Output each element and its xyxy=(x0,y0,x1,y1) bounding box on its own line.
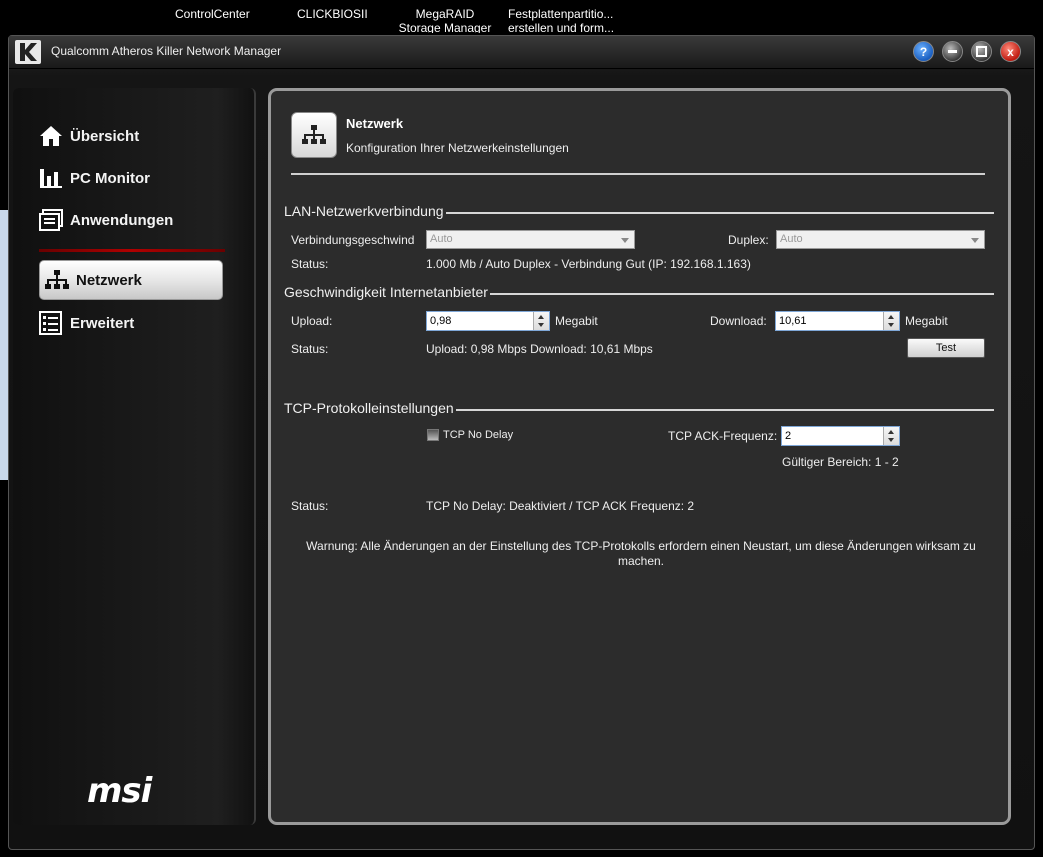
close-button[interactable]: x xyxy=(1000,41,1021,62)
page-title: Netzwerk xyxy=(346,116,404,131)
lan-status-value: 1.000 Mb / Auto Duplex - Verbindung Gut … xyxy=(426,257,751,271)
arrow-up-icon xyxy=(888,430,894,434)
sidebar-item-label: Erweitert xyxy=(70,314,135,332)
sidebar-divider xyxy=(39,249,225,252)
tcp-status-label: Status: xyxy=(291,499,329,513)
tcp-ack-label: TCP ACK-Frequenz: xyxy=(668,429,778,443)
applications-icon xyxy=(39,209,63,231)
download-unit: Megabit xyxy=(905,314,948,328)
desktop-icon-label[interactable]: ControlCenter xyxy=(175,7,250,21)
arrow-down-icon xyxy=(888,438,894,442)
download-value: 10,61 xyxy=(779,315,807,327)
duplex-label: Duplex: xyxy=(728,233,769,247)
desktop-icon-label[interactable]: MegaRAID Storage Manager xyxy=(395,7,495,33)
tcp-ack-stepper[interactable] xyxy=(883,427,899,445)
sidebar-item-erweitert[interactable]: Erweitert xyxy=(39,310,134,336)
isp-status-label: Status: xyxy=(291,342,329,356)
tcp-warning: Warnung: Alle Änderungen an der Einstell… xyxy=(306,539,976,568)
tcp-no-delay-checkbox[interactable] xyxy=(427,429,439,441)
upload-value: 0,98 xyxy=(430,315,452,327)
isp-section-header: Geschwindigkeit Internetanbieter xyxy=(284,284,994,302)
upload-unit: Megabit xyxy=(555,314,598,328)
sidebar-item-label: Übersicht xyxy=(70,127,140,145)
help-button[interactable]: ? xyxy=(913,41,934,62)
sidebar: Übersicht PC Monitor Anwendungen Netzwer… xyxy=(13,88,256,825)
sidebar-item-label: PC Monitor xyxy=(70,169,150,187)
app-window: Qualcomm Atheros Killer Network Manager … xyxy=(8,35,1035,850)
arrow-down-icon xyxy=(888,323,894,327)
section-title: Geschwindigkeit Internetanbieter xyxy=(284,284,490,300)
tcp-no-delay-label: TCP No Delay xyxy=(443,429,514,441)
chevron-down-icon xyxy=(971,238,979,243)
download-stepper[interactable] xyxy=(883,312,899,330)
title-bar[interactable]: Qualcomm Atheros Killer Network Manager … xyxy=(9,36,1034,69)
upload-input[interactable]: 0,98 xyxy=(426,311,550,331)
arrow-up-icon xyxy=(888,315,894,319)
network-icon xyxy=(291,112,337,158)
speed-select-value: Auto xyxy=(430,233,453,245)
window-title: Qualcomm Atheros Killer Network Manager xyxy=(51,44,282,58)
arrow-up-icon xyxy=(538,315,544,319)
sidebar-item-label: Netzwerk xyxy=(76,271,142,289)
page-subtitle: Konfiguration Ihrer Netzwerkeinstellunge… xyxy=(346,141,569,155)
desktop-icon-label[interactable]: Festplattenpartitio... erstellen und for… xyxy=(508,7,618,33)
main-panel: Netzwerk Konfiguration Ihrer Netzwerkein… xyxy=(268,88,1011,825)
speed-select[interactable]: Auto xyxy=(426,230,635,249)
section-title: LAN-Netzwerkverbindung xyxy=(284,203,446,219)
network-icon xyxy=(45,270,69,289)
bar-chart-icon xyxy=(40,169,62,188)
arrow-down-icon xyxy=(538,323,544,327)
header-divider xyxy=(291,173,985,175)
tcp-section-header: TCP-Protokolleinstellungen xyxy=(284,400,994,418)
sidebar-item-netzwerk[interactable]: Netzwerk xyxy=(39,260,223,300)
tcp-ack-input[interactable]: 2 xyxy=(781,426,900,446)
sidebar-item-anwendungen[interactable]: Anwendungen xyxy=(39,207,173,233)
upload-label: Upload: xyxy=(291,314,333,328)
background-window-edge xyxy=(0,210,8,480)
sidebar-item-uebersicht[interactable]: Übersicht xyxy=(39,123,139,149)
lan-status-label: Status: xyxy=(291,257,329,271)
speed-label: Verbindungsgeschwind xyxy=(291,233,415,247)
duplex-select-value: Auto xyxy=(780,233,803,245)
tcp-ack-range: Gültiger Bereich: 1 - 2 xyxy=(782,455,899,469)
chevron-down-icon xyxy=(621,238,629,243)
msi-logo: msi xyxy=(87,771,152,811)
desktop-icon-label[interactable]: CLICKBIOSII xyxy=(297,7,368,21)
tcp-status-value: TCP No Delay: Deaktiviert / TCP ACK Freq… xyxy=(426,499,695,513)
list-settings-icon xyxy=(39,311,62,335)
sidebar-item-label: Anwendungen xyxy=(70,211,174,229)
sidebar-item-pc-monitor[interactable]: PC Monitor xyxy=(39,165,150,191)
maximize-button[interactable] xyxy=(971,41,992,62)
download-label: Download: xyxy=(710,314,767,328)
duplex-select[interactable]: Auto xyxy=(776,230,985,249)
tcp-ack-value: 2 xyxy=(785,430,792,442)
minimize-icon xyxy=(948,50,957,53)
test-button[interactable]: Test xyxy=(907,338,985,358)
maximize-icon xyxy=(976,46,987,57)
section-title: TCP-Protokolleinstellungen xyxy=(284,400,456,416)
download-input[interactable]: 10,61 xyxy=(775,311,900,331)
killer-logo-icon xyxy=(15,40,41,64)
lan-section-header: LAN-Netzwerkverbindung xyxy=(284,203,994,221)
isp-status-value: Upload: 0,98 Mbps Download: 10,61 Mbps xyxy=(426,342,653,356)
upload-stepper[interactable] xyxy=(533,312,549,330)
minimize-button[interactable] xyxy=(942,41,963,62)
home-icon xyxy=(40,126,62,146)
